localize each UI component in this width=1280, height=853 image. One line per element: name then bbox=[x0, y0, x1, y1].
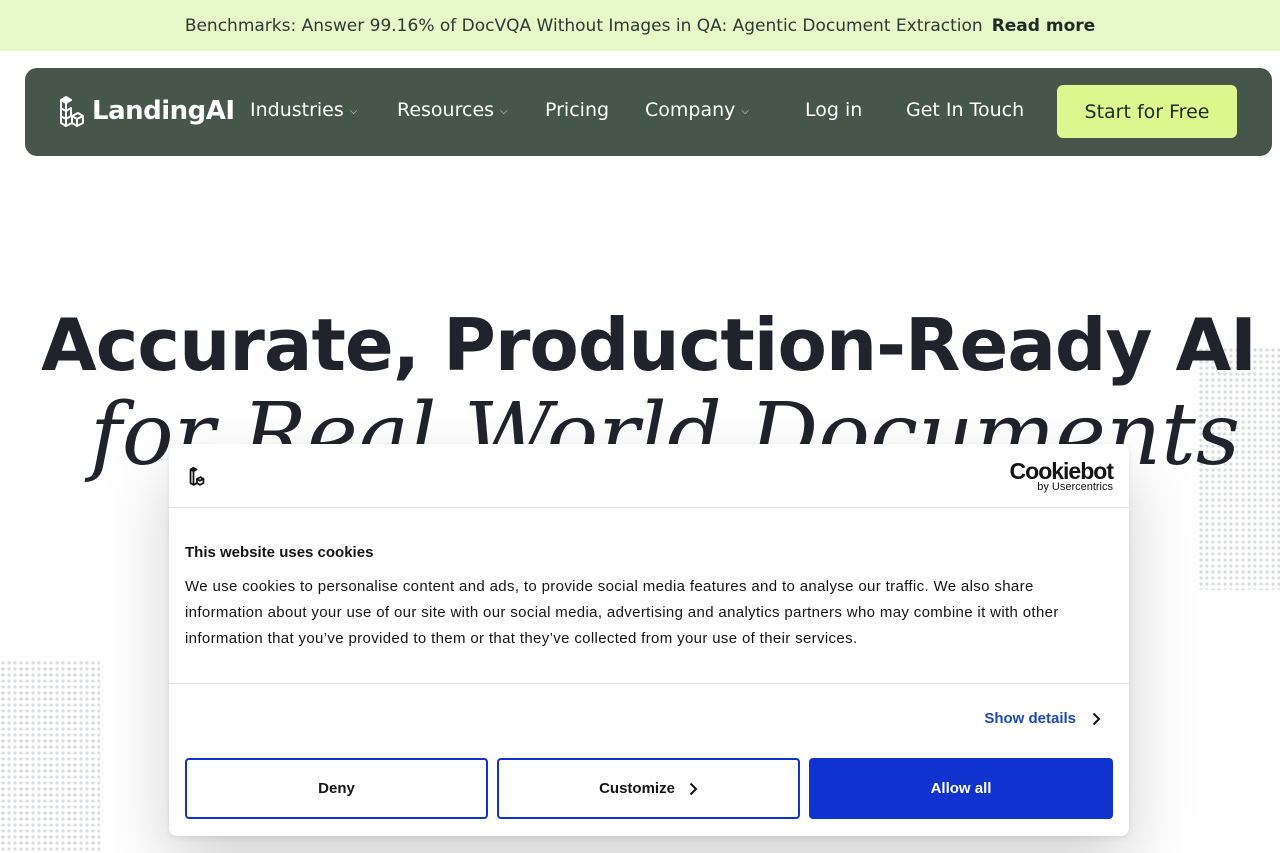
customize-button[interactable]: Customize bbox=[497, 758, 800, 819]
chevron-down-icon: ⌵ bbox=[349, 105, 358, 117]
read-more-link[interactable]: Read more bbox=[992, 16, 1096, 36]
cookie-dialog-body: We use cookies to personalise content an… bbox=[185, 578, 1059, 647]
deny-button[interactable]: Deny bbox=[185, 758, 488, 819]
landingai-logo-icon bbox=[189, 466, 205, 486]
get-in-touch-link[interactable]: Get In Touch bbox=[906, 99, 1024, 121]
hero-title: Accurate, Production-Ready AI bbox=[41, 303, 1257, 387]
cookie-dialog-title: This website uses cookies bbox=[185, 544, 374, 561]
chevron-right-icon bbox=[1092, 712, 1101, 725]
nav-industries-label: Industries bbox=[250, 99, 344, 121]
cookiebot-logo[interactable]: Cookiebot by Usercentrics bbox=[1009, 458, 1114, 493]
nav-pricing[interactable]: Pricing bbox=[545, 99, 609, 121]
landingai-logo-icon bbox=[60, 96, 84, 127]
chevron-down-icon: ⌵ bbox=[741, 105, 749, 117]
allow-all-button[interactable]: Allow all bbox=[809, 758, 1113, 819]
chevron-down-icon: ⌵ bbox=[500, 105, 508, 117]
cookie-dialog-header: Cookiebot by Usercentrics bbox=[169, 444, 1129, 508]
nav-company-label: Company bbox=[645, 99, 736, 121]
main-nav: LandingAI Industries ⌵ Resources ⌵ Prici… bbox=[25, 68, 1272, 156]
customize-label: Customize bbox=[599, 780, 675, 797]
announcement-text: Benchmarks: Answer 99.16% of DocVQA With… bbox=[184, 15, 983, 36]
get-in-touch-label: Get In Touch bbox=[906, 99, 1025, 121]
chevron-right-icon bbox=[689, 782, 698, 795]
show-details-label: Show details bbox=[984, 710, 1076, 727]
cookie-consent-dialog: Cookiebot by Usercentrics This website u… bbox=[169, 444, 1129, 836]
announcement-bar: Benchmarks: Answer 99.16% of DocVQA With… bbox=[0, 0, 1280, 51]
nav-resources-label: Resources bbox=[397, 99, 495, 121]
nav-company[interactable]: Company ⌵ bbox=[645, 99, 749, 121]
nav-pricing-label: Pricing bbox=[545, 99, 610, 121]
nav-industries[interactable]: Industries ⌵ bbox=[250, 99, 357, 121]
brand-logo[interactable]: LandingAI bbox=[58, 94, 235, 128]
brand-name: LandingAI bbox=[92, 96, 235, 126]
login-link[interactable]: Log in bbox=[805, 99, 862, 121]
login-label: Log in bbox=[805, 99, 863, 121]
nav-resources[interactable]: Resources ⌵ bbox=[397, 99, 508, 121]
cookiebot-brand: Cookiebot bbox=[1009, 458, 1114, 484]
show-details-link[interactable]: Show details bbox=[984, 710, 1101, 727]
divider bbox=[169, 683, 1129, 684]
start-for-free-button[interactable]: Start for Free bbox=[1057, 85, 1237, 138]
decorative-dots-left bbox=[0, 660, 100, 853]
